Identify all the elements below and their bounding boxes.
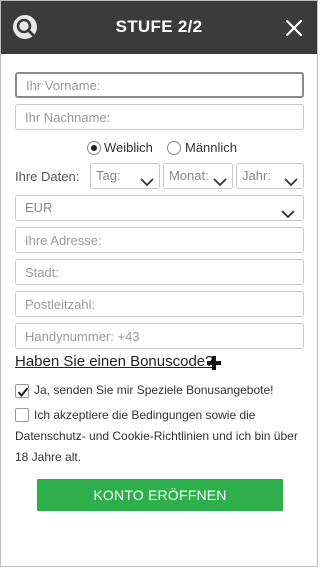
postal-code-input[interactable] (15, 291, 304, 317)
gender-male-label: Männlich (185, 140, 238, 155)
first-name-input[interactable] (15, 72, 304, 98)
terms-line-2-wrap: Datenschutz- und Cookie-Richtlinien und … (15, 426, 298, 447)
date-of-birth-label: Ihre Daten: (15, 169, 80, 184)
chevron-down-icon (281, 203, 295, 219)
city-input[interactable] (15, 259, 304, 285)
offers-checkbox-label: Ja, senden Sie mir Speziele Bonusangebot… (34, 383, 274, 397)
close-icon[interactable] (284, 18, 304, 38)
month-select[interactable]: Monat: (163, 163, 233, 189)
phone-input[interactable] (15, 323, 304, 349)
bonus-code-link[interactable]: Haben Sie einen Bonuscode? (15, 353, 214, 370)
currency-select[interactable]: EUR (15, 195, 304, 221)
day-select-value: Tag: (96, 168, 121, 183)
month-select-value: Monat: (169, 168, 209, 183)
terms-checkbox[interactable] (15, 408, 29, 422)
terms-line-3-wrap: 18 Jahre alt. (15, 447, 81, 468)
gender-option-male[interactable]: Männlich (167, 139, 257, 159)
chevron-down-icon (140, 171, 154, 187)
dialog-header: STUFE 2/2 (1, 1, 317, 54)
plus-icon[interactable] (207, 356, 221, 370)
terms-line-1: Ich akzeptiere die Bedingungen sowie die (34, 408, 256, 422)
last-name-input[interactable] (15, 104, 304, 130)
radio-female[interactable] (87, 141, 101, 155)
year-select-value: Jahr: (242, 168, 271, 183)
checkmark-icon (17, 387, 29, 398)
chevron-down-icon (213, 171, 227, 187)
terms-line-2: Datenschutz- und Cookie-Richtlinien und … (15, 429, 298, 443)
chevron-down-icon (284, 171, 298, 187)
year-select[interactable]: Jahr: (236, 163, 304, 189)
currency-select-value: EUR (25, 200, 53, 215)
terms-checkbox-label: Ich akzeptiere die Bedingungen sowie die (34, 405, 255, 426)
address-input[interactable] (15, 227, 304, 253)
terms-line-3: 18 Jahre alt. (15, 450, 82, 464)
day-select[interactable]: Tag: (90, 163, 160, 189)
open-account-button[interactable]: KONTO ERÖFFNEN (37, 479, 283, 511)
radio-male[interactable] (167, 141, 181, 155)
offers-checkbox[interactable] (15, 384, 29, 398)
dialog-title: STUFE 2/2 (115, 17, 203, 36)
gender-female-label: Weiblich (104, 140, 153, 155)
registration-dialog: STUFE 2/2 Weiblich Männlich Ihre Daten: … (0, 0, 318, 567)
gender-option-female[interactable]: Weiblich (87, 139, 167, 159)
